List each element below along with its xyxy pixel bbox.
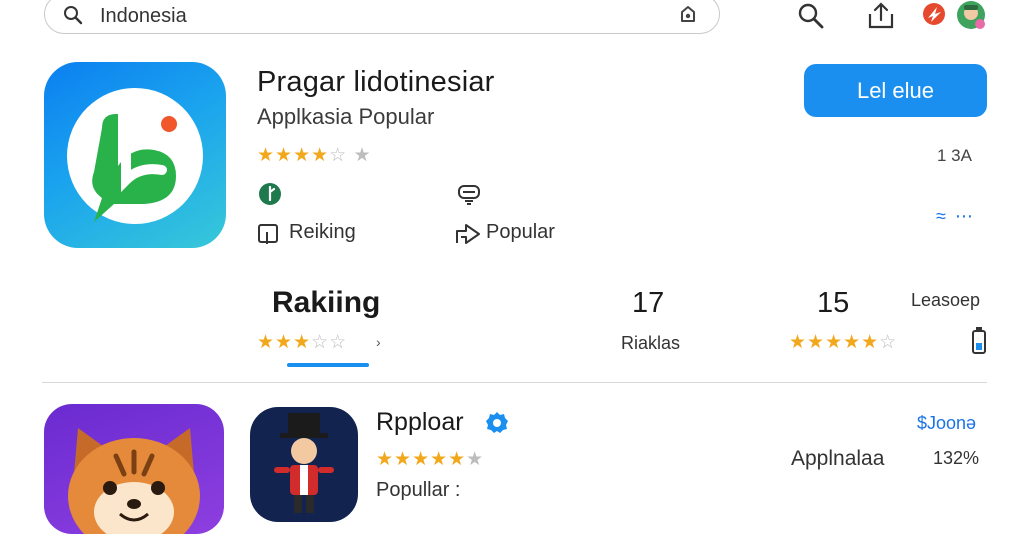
app-title: Rpploar (376, 408, 464, 436)
app-category: Popullar : (376, 479, 461, 501)
count-stat: 17 (632, 287, 665, 319)
avatar[interactable] (956, 0, 986, 35)
ranking-arrow: › (376, 334, 381, 350)
leaf-icon (258, 182, 282, 211)
magician-app-icon[interactable] (250, 407, 358, 522)
lens-icon[interactable] (677, 3, 699, 30)
price-link[interactable]: $Joonə (917, 413, 976, 434)
search-bar[interactable]: Indonesia (44, 0, 720, 34)
battery-icon (971, 326, 987, 361)
divider (42, 382, 987, 383)
age-label: Leasoep (911, 290, 981, 310)
install-button[interactable]: Lel elue (804, 64, 987, 117)
app-category: Applkasia Popular (257, 104, 435, 129)
verified-badge-icon (485, 411, 509, 440)
ranking-stars: ★★★☆☆ (257, 332, 348, 353)
ranking-chip[interactable]: Reiking (289, 221, 356, 244)
ranking-icon (257, 222, 281, 251)
developer-name: Applnalaa (791, 447, 885, 470)
chat-icon (456, 183, 482, 212)
search-input[interactable]: Indonesia (100, 5, 187, 28)
search-icon[interactable] (797, 2, 825, 35)
active-tab-indicator (287, 363, 369, 367)
popular-chip[interactable]: Popular (486, 221, 555, 244)
app-size: 132% (933, 448, 980, 468)
rating-stars: ★★★★☆ ★ (257, 145, 372, 166)
more-options-icon[interactable]: ≈ ⋯ (936, 206, 975, 227)
app-icon[interactable] (44, 62, 226, 248)
search-icon (63, 5, 83, 30)
rating-stat-stars: ★★★★★☆ (789, 332, 898, 353)
share-icon[interactable] (866, 2, 896, 35)
ranking-stat[interactable]: Rakiing (272, 286, 380, 320)
app-size: 1 3A (937, 146, 972, 165)
rating-stat: 15 (817, 287, 850, 319)
trend-icon (454, 221, 482, 252)
brand-icon[interactable] (921, 0, 947, 33)
app-title: Pragar lidotinesiar (257, 66, 495, 98)
rating-stars: ★★★★★★ (376, 449, 485, 470)
cat-app-icon[interactable] (44, 404, 224, 534)
count-label: Riaklas (621, 333, 681, 353)
